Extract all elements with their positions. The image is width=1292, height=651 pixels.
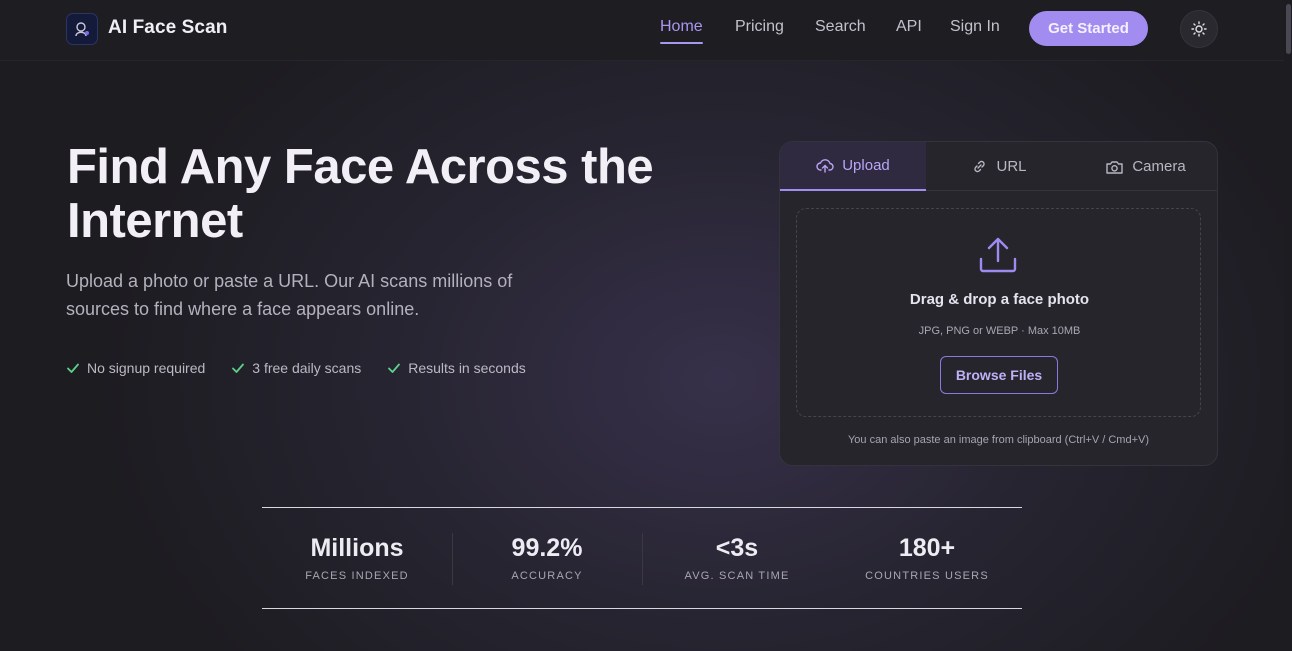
cloud-upload-icon — [816, 158, 834, 173]
sun-icon — [1191, 21, 1207, 37]
stat-countries: 180+ COUNTRIES USERS — [832, 508, 1022, 608]
check-icon — [232, 363, 245, 373]
feature-label: 3 free daily scans — [252, 360, 362, 376]
browse-files-button[interactable]: Browse Files — [940, 356, 1058, 394]
check-icon — [388, 363, 401, 373]
drop-zone-hint: JPG, PNG or WEBP · Max 10MB — [918, 325, 1081, 337]
top-navigation-bar: AI Face Scan Home Pricing Search API Sig… — [0, 0, 1292, 61]
tab-upload[interactable]: Upload — [780, 142, 926, 191]
nav-search[interactable]: Search — [815, 18, 866, 36]
stat-label: AVG. SCAN TIME — [684, 570, 790, 582]
feature-item: Results in seconds — [387, 360, 526, 376]
upload-card: Upload URL Camera Drag & drop a face pho… — [779, 141, 1218, 466]
stat-faces-indexed: Millions FACES INDEXED — [262, 508, 452, 608]
feature-label: No signup required — [87, 360, 206, 376]
scrollbar-thumb[interactable] — [1286, 4, 1291, 54]
page-scrollbar[interactable] — [1284, 0, 1292, 651]
nav-sign-in[interactable]: Sign In — [950, 18, 1000, 36]
drop-zone[interactable]: Drag & drop a face photo JPG, PNG or WEB… — [796, 208, 1201, 417]
stat-value: 99.2% — [511, 534, 583, 562]
stat-value: 180+ — [898, 534, 956, 562]
upload-tabs: Upload URL Camera — [780, 142, 1217, 191]
feature-item: 3 free daily scans — [231, 360, 361, 376]
stat-label: COUNTRIES USERS — [865, 570, 989, 582]
paste-hint: You can also paste an image from clipboa… — [847, 434, 1150, 446]
feature-label: Results in seconds — [408, 360, 526, 376]
tab-url-label: URL — [996, 158, 1027, 175]
upload-arrow-icon — [979, 237, 1017, 273]
feature-list: No signup required 3 free daily scans Re… — [66, 360, 526, 376]
tab-camera[interactable]: Camera — [1072, 142, 1217, 191]
tab-url[interactable]: URL — [926, 142, 1072, 191]
stat-label: FACES INDEXED — [305, 570, 409, 582]
nav-home[interactable]: Home — [660, 18, 703, 36]
tab-upload-label: Upload — [842, 157, 890, 174]
face-scan-icon[interactable] — [66, 13, 98, 45]
stat-value: Millions — [310, 534, 404, 562]
tab-camera-label: Camera — [1132, 158, 1186, 175]
brand-name[interactable]: AI Face Scan — [108, 17, 227, 39]
stat-value: <3s — [715, 534, 759, 562]
stats-bar: Millions FACES INDEXED 99.2% ACCURACY <3… — [262, 507, 1022, 609]
get-started-button[interactable]: Get Started — [1029, 11, 1148, 46]
stat-accuracy: 99.2% ACCURACY — [452, 508, 642, 608]
stat-label: ACCURACY — [511, 570, 583, 582]
hero-title: Find Any Face Across the Internet — [67, 140, 654, 248]
nav-api[interactable]: API — [896, 18, 922, 36]
feature-item: No signup required — [66, 360, 205, 376]
drop-zone-title: Drag & drop a face photo — [909, 291, 1090, 308]
stat-scan-time: <3s AVG. SCAN TIME — [642, 508, 832, 608]
nav-pricing[interactable]: Pricing — [735, 18, 784, 36]
hero-subtitle: Upload a photo or paste a URL. Our AI sc… — [66, 271, 513, 319]
link-icon — [974, 160, 986, 173]
theme-toggle-button[interactable] — [1180, 10, 1218, 48]
check-icon — [67, 363, 79, 373]
camera-icon — [1106, 160, 1124, 174]
nav-active-indicator — [660, 42, 703, 44]
